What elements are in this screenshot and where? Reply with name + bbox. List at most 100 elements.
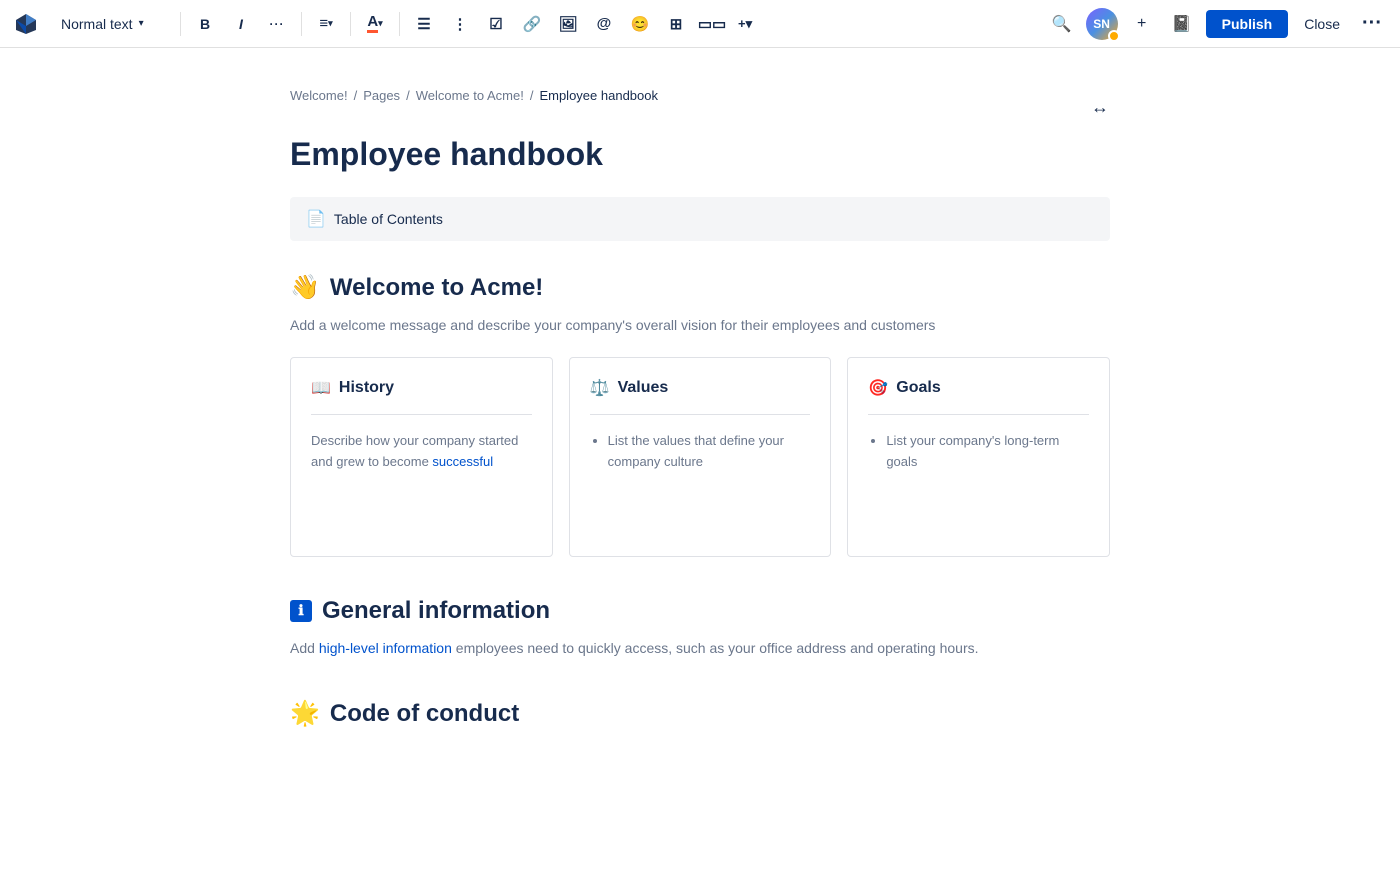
toc-label: Table of Contents [334, 211, 443, 227]
avatar[interactable]: SN [1086, 8, 1118, 40]
breadcrumb-sep-2: / [406, 88, 410, 103]
layout-button[interactable]: ▭▭ [696, 8, 728, 40]
bold-button[interactable]: B [189, 8, 221, 40]
section-general-info: ℹ General information Add high-level inf… [290, 597, 1110, 659]
chevron-down-icon: ▾ [139, 18, 144, 29]
welcome-heading-text[interactable]: Welcome to Acme! [330, 274, 543, 302]
more-formatting-button[interactable]: ··· [261, 8, 293, 40]
image-button[interactable]: 🖼 [552, 8, 584, 40]
goals-list-item-1: List your company's long-term goals [886, 431, 1089, 473]
breadcrumb: Welcome! / Pages / Welcome to Acme! / Em… [290, 88, 658, 103]
app-logo[interactable] [12, 10, 40, 38]
general-info-heading-text[interactable]: General information [322, 597, 550, 625]
add-collaborator-button[interactable]: + [1126, 8, 1158, 40]
values-emoji: ⚖️ [590, 378, 610, 398]
page-content: Welcome! / Pages / Welcome to Acme! / Em… [250, 48, 1150, 808]
section-code-of-conduct: 🌟 Code of conduct [290, 699, 1110, 728]
numbered-list-button[interactable]: ⋮ [444, 8, 476, 40]
toolbar-divider-2 [301, 12, 302, 36]
values-list: List the values that define your company… [590, 431, 811, 473]
code-of-conduct-heading-text[interactable]: Code of conduct [330, 700, 519, 728]
card-values-body: List the values that define your company… [590, 431, 811, 473]
card-history-body: Describe how your company started and gr… [311, 431, 532, 473]
breadcrumb-sep-1: / [354, 88, 358, 103]
page-title[interactable]: Employee handbook [290, 135, 1110, 173]
bullet-list-icon: ☰ [417, 15, 430, 33]
breadcrumb-current: Employee handbook [539, 88, 658, 103]
notebook-button[interactable]: 📓 [1166, 8, 1198, 40]
insert-more-button[interactable]: +▾ [732, 8, 758, 40]
add-icon: + [1137, 15, 1146, 33]
bullet-list-button[interactable]: ☰ [408, 8, 440, 40]
cards-grid-welcome: 📖 History Describe how your company star… [290, 357, 1110, 557]
text-style-label: Normal text [61, 16, 133, 32]
toolbar: Normal text ▾ B I ··· ≡ ▾ A ▾ ☰ ⋮ ☑ 🔗 [0, 0, 1400, 48]
history-title-text: History [339, 379, 394, 397]
table-button[interactable]: ⊞ [660, 8, 692, 40]
history-body-text: Describe how your company started and gr… [311, 431, 532, 473]
history-emoji: 📖 [311, 378, 331, 398]
italic-button[interactable]: I [225, 8, 257, 40]
breadcrumb-pages[interactable]: Pages [363, 88, 400, 103]
publish-button[interactable]: Publish [1206, 10, 1289, 38]
toc-block[interactable]: 📄 Table of Contents [290, 197, 1110, 241]
section-heading-code-of-conduct: 🌟 Code of conduct [290, 699, 1110, 728]
section-desc-welcome: Add a welcome message and describe your … [290, 314, 1110, 336]
search-icon: 🔍 [1052, 14, 1072, 34]
emoji-button[interactable]: 😊 [624, 8, 656, 40]
toolbar-divider-4 [399, 12, 400, 36]
card-goals[interactable]: 🎯 Goals List your company's long-term go… [847, 357, 1110, 557]
mention-button[interactable]: @ [588, 8, 620, 40]
layout-icon: ▭▭ [698, 15, 726, 33]
breadcrumb-welcome[interactable]: Welcome! [290, 88, 348, 103]
history-link[interactable]: successful [432, 454, 493, 469]
bold-icon: B [200, 16, 210, 32]
emoji-icon: 😊 [631, 15, 650, 33]
task-button[interactable]: ☑ [480, 8, 512, 40]
avatar-initials: SN [1093, 17, 1110, 31]
card-history[interactable]: 📖 History Describe how your company star… [290, 357, 553, 557]
more-formatting-icon: ··· [270, 17, 285, 31]
toolbar-divider-3 [350, 12, 351, 36]
general-info-emoji: ℹ [290, 600, 312, 622]
numbered-list-icon: ⋮ [453, 15, 468, 33]
more-options-button[interactable]: ··· [1356, 8, 1388, 40]
publish-label: Publish [1222, 16, 1273, 32]
insert-more-icon: +▾ [738, 16, 752, 32]
close-button[interactable]: Close [1296, 10, 1348, 38]
values-title-text: Values [618, 379, 669, 397]
welcome-emoji: 👋 [290, 273, 320, 302]
card-history-title: 📖 History [311, 378, 532, 415]
align-icon: ≡ [319, 15, 328, 32]
goals-list: List your company's long-term goals [868, 431, 1089, 473]
card-goals-body: List your company's long-term goals [868, 431, 1089, 473]
goals-emoji: 🎯 [868, 378, 888, 398]
italic-icon: I [239, 16, 243, 32]
link-icon: 🔗 [523, 15, 542, 33]
align-button[interactable]: ≡ ▾ [310, 8, 342, 40]
chevron-down-icon-align: ▾ [328, 18, 333, 29]
table-icon: ⊞ [670, 15, 683, 33]
card-values-title: ⚖️ Values [590, 378, 811, 415]
toc-icon: 📄 [306, 209, 326, 229]
text-style-selector[interactable]: Normal text ▾ [52, 11, 172, 37]
avatar-badge [1108, 30, 1120, 42]
image-icon: 🖼 [558, 15, 577, 33]
goals-title-text: Goals [896, 379, 940, 397]
mention-icon: @ [597, 15, 612, 32]
section-desc-general-info: Add high-level information employees nee… [290, 637, 1110, 659]
code-of-conduct-emoji: 🌟 [290, 699, 320, 728]
expand-width-button[interactable]: ↔ [1091, 97, 1110, 118]
general-info-link[interactable]: high-level information [319, 640, 452, 656]
card-values[interactable]: ⚖️ Values List the values that define yo… [569, 357, 832, 557]
welcome-description: Add a welcome message and describe your … [290, 317, 935, 333]
chevron-down-icon-color: ▾ [378, 18, 383, 29]
section-heading-general-info: ℹ General information [290, 597, 1110, 625]
section-welcome: 👋 Welcome to Acme! Add a welcome message… [290, 273, 1110, 556]
color-button[interactable]: A ▾ [359, 8, 391, 40]
toolbar-right: 🔍 SN + 📓 Publish Close ··· [1046, 8, 1388, 40]
link-button[interactable]: 🔗 [516, 8, 548, 40]
notebook-icon: 📓 [1172, 14, 1192, 34]
search-button[interactable]: 🔍 [1046, 8, 1078, 40]
breadcrumb-welcome-acme[interactable]: Welcome to Acme! [416, 88, 524, 103]
